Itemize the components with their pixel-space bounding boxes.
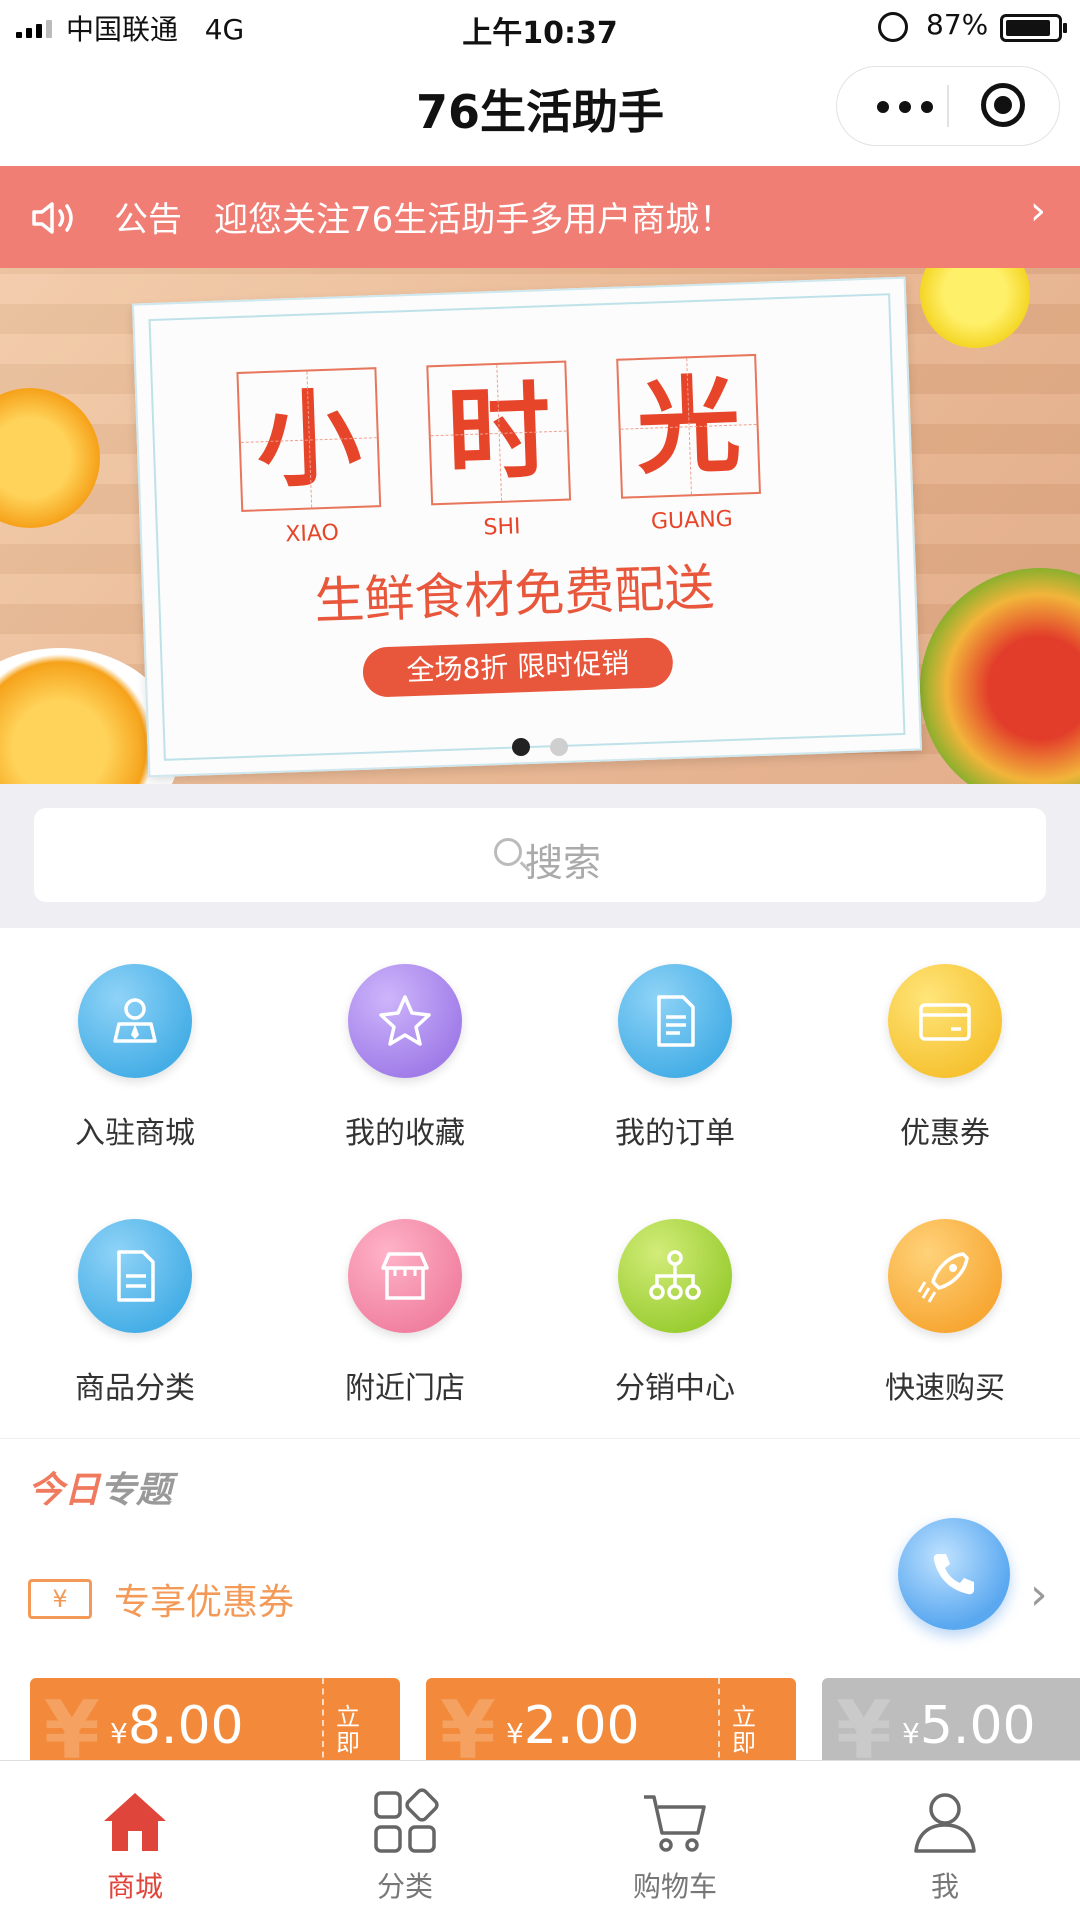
- carousel-dots: [0, 738, 1080, 760]
- menu-label: 附近门店: [345, 1371, 465, 1406]
- exclusive-coupon-link[interactable]: 专享优惠券: [114, 1573, 294, 1625]
- yen-watermark: ¥: [836, 1684, 892, 1760]
- status-bar: 中国联通 4G 上午10:37 87%: [0, 0, 1080, 56]
- category-doc-icon: [78, 1219, 192, 1333]
- tab-category[interactable]: 分类: [270, 1761, 540, 1921]
- menu-item-nearby-stores[interactable]: 附近门店: [270, 1183, 540, 1433]
- coupon-card[interactable]: ¥ ¥5.00: [822, 1678, 1080, 1760]
- close-miniprogram-icon[interactable]: [981, 83, 1025, 127]
- tab-label: 分类: [376, 1870, 433, 1903]
- coupon-strip: ¥ ¥8.00 立即 ¥ ¥2.00 立即 ¥ ¥5.00: [0, 1658, 1080, 1760]
- miniprogram-capsule: [836, 66, 1060, 146]
- cart-icon: [644, 1795, 706, 1852]
- yen-watermark: ¥: [44, 1684, 100, 1760]
- tab-label: 购物车: [632, 1870, 717, 1903]
- coupon-claim-label[interactable]: 立即: [732, 1704, 772, 1756]
- star-icon: [348, 964, 462, 1078]
- menu-label: 优惠券: [900, 1116, 990, 1151]
- orientation-lock-icon: [878, 12, 908, 42]
- menu-item-coupons[interactable]: 优惠券: [810, 928, 1080, 1178]
- menu-item-distribution[interactable]: 分销中心: [540, 1183, 810, 1433]
- store-icon: [348, 1219, 462, 1333]
- banner-card: 小 时 光 XIAO SHI GUANG 生鲜食材免费配送 全场8折 限时促销: [131, 276, 923, 778]
- search-input[interactable]: 搜索: [34, 808, 1046, 902]
- chevron-right-icon: ›: [1030, 188, 1046, 234]
- carousel-dot[interactable]: [512, 738, 530, 756]
- more-icon[interactable]: [871, 87, 941, 123]
- tab-me[interactable]: 我: [810, 1761, 1080, 1921]
- capsule-divider: [947, 85, 949, 127]
- tab-label: 我: [930, 1870, 959, 1903]
- tab-label: 商城: [106, 1870, 163, 1903]
- coupon-amount: ¥5.00: [902, 1696, 1036, 1756]
- banner-pinyin-2: SHI: [483, 514, 521, 541]
- phone-icon: [933, 1554, 974, 1595]
- nav-bar: 76生活助手: [0, 56, 1080, 166]
- menu-item-orders[interactable]: 我的订单: [540, 928, 810, 1178]
- battery-icon: [1000, 14, 1067, 42]
- coupon-card[interactable]: ¥ ¥8.00 立即: [30, 1678, 400, 1760]
- tab-cart[interactable]: 购物车: [540, 1761, 810, 1921]
- battery-percent: 87%: [926, 8, 989, 41]
- menu-label: 快速购买: [885, 1371, 1005, 1406]
- menu-grid: 入驻商城 我的收藏 我的订单 优惠券 商品分类 附近门店 分销中心 快速购买: [0, 928, 1080, 1438]
- network-icon: [618, 1219, 732, 1333]
- coupon-card[interactable]: ¥ ¥2.00 立即: [426, 1678, 796, 1760]
- order-icon: [618, 964, 732, 1078]
- yen-watermark: ¥: [440, 1684, 496, 1760]
- ticket-icon: ¥: [28, 1579, 92, 1619]
- user-icon: [914, 1793, 976, 1853]
- clock: 上午10:37: [462, 16, 618, 51]
- notice-label: 公告: [114, 200, 182, 240]
- menu-label: 我的订单: [615, 1116, 735, 1151]
- phone-call-button[interactable]: [898, 1518, 1010, 1630]
- menu-label: 商品分类: [75, 1371, 195, 1406]
- search-area: 搜索: [0, 784, 1080, 928]
- tab-bar: 商城 分类 购物车 我: [0, 1760, 1080, 1921]
- menu-label: 我的收藏: [345, 1116, 465, 1151]
- notice-text: 迎您关注76生活助手多用户商城！: [214, 200, 734, 240]
- menu-item-favorites[interactable]: 我的收藏: [270, 928, 540, 1178]
- section-title: 今日专题: [28, 1470, 173, 1511]
- menu-label: 入驻商城: [75, 1116, 195, 1151]
- search-placeholder: 搜索: [524, 841, 601, 885]
- coupon-card-icon: [888, 964, 1002, 1078]
- notice-bar[interactable]: 公告 迎您关注76生活助手多用户商城！ ›: [0, 166, 1080, 268]
- menu-item-merchant[interactable]: 入驻商城: [0, 928, 270, 1178]
- tab-home[interactable]: 商城: [0, 1761, 270, 1921]
- banner-pinyin-3: GUANG: [650, 506, 734, 535]
- banner-char-1: 小: [236, 367, 382, 512]
- coupon-amount: ¥2.00: [506, 1696, 640, 1756]
- home-icon: [104, 1793, 166, 1851]
- menu-item-categories[interactable]: 商品分类: [0, 1183, 270, 1433]
- chevron-right-icon[interactable]: ›: [1030, 1569, 1048, 1620]
- menu-label: 分销中心: [615, 1371, 735, 1406]
- banner-char-2: 时: [426, 360, 572, 506]
- carousel-dot[interactable]: [550, 738, 568, 756]
- banner-carousel[interactable]: 小 时 光 XIAO SHI GUANG 生鲜食材免费配送 全场8折 限时促销: [0, 268, 1080, 784]
- coupon-claim-label[interactable]: 立即: [336, 1704, 376, 1756]
- speaker-icon: [32, 202, 73, 234]
- coupon-amount: ¥8.00: [110, 1696, 244, 1756]
- merchant-icon: [78, 964, 192, 1078]
- menu-item-quick-buy[interactable]: 快速购买: [810, 1183, 1080, 1433]
- rocket-icon: [888, 1219, 1002, 1333]
- banner-pinyin-1: XIAO: [284, 520, 340, 548]
- grid-icon: [374, 1788, 439, 1853]
- banner-char-3: 光: [616, 353, 761, 499]
